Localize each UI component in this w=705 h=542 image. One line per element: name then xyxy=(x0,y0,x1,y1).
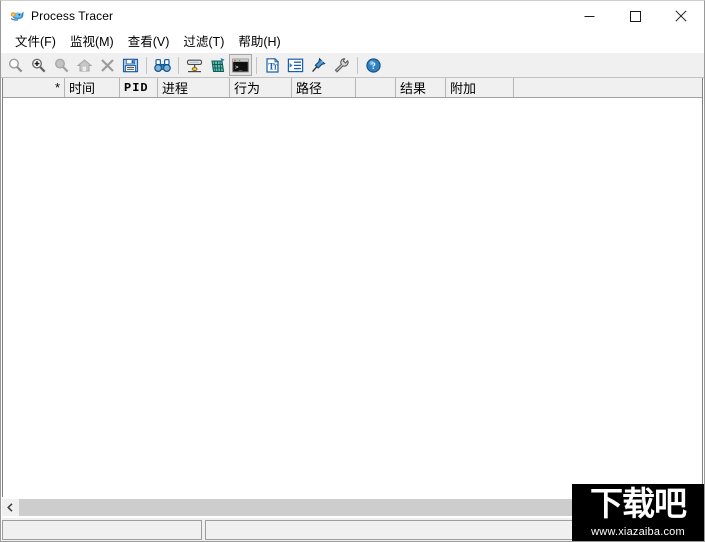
process-list-body[interactable] xyxy=(3,98,702,496)
watermark-glyphs: 下载吧 xyxy=(590,484,687,523)
pin-icon[interactable] xyxy=(307,54,330,76)
process-list-view[interactable]: * 时间 PID 进程 行为 路径 结果 附加 xyxy=(2,78,703,497)
close-button[interactable] xyxy=(658,1,704,31)
column-header-result[interactable]: 结果 xyxy=(396,78,446,97)
menu-help[interactable]: 帮助(H) xyxy=(231,32,287,52)
highlight-icon[interactable] xyxy=(206,54,229,76)
svg-text:>_: >_ xyxy=(235,63,243,70)
column-header-action[interactable]: 行为 xyxy=(230,78,292,97)
save-icon[interactable] xyxy=(119,54,142,76)
status-panel-left xyxy=(2,520,202,540)
filter-icon[interactable] xyxy=(183,54,206,76)
column-header-mark[interactable]: * xyxy=(3,78,65,97)
maximize-button[interactable] xyxy=(612,1,658,31)
menu-view[interactable]: 查看(V) xyxy=(121,32,177,52)
app-fish-icon xyxy=(8,8,24,24)
zoom-in-icon[interactable] xyxy=(27,54,50,76)
title-bar: Process Tracer xyxy=(1,1,704,31)
options-icon[interactable] xyxy=(330,54,353,76)
column-header-pid[interactable]: PID xyxy=(120,78,158,97)
menu-file[interactable]: 文件(F) xyxy=(8,32,63,52)
toolbar-separator xyxy=(357,56,358,74)
watermark-url: www.xiazaiba.com xyxy=(591,526,685,538)
column-header-spacer[interactable] xyxy=(356,78,396,97)
text-format-icon[interactable]: T T xyxy=(261,54,284,76)
scroll-left-arrow-icon[interactable] xyxy=(2,499,19,516)
svg-text:T: T xyxy=(273,63,278,71)
column-header-process[interactable]: 进程 xyxy=(158,78,230,97)
console-icon[interactable]: >_ xyxy=(229,54,252,76)
menu-filter[interactable]: 过滤(T) xyxy=(176,32,231,52)
about-icon[interactable]: ? xyxy=(362,54,385,76)
column-header-path[interactable]: 路径 xyxy=(292,78,356,97)
column-header-extra[interactable]: 附加 xyxy=(446,78,514,97)
column-header-time[interactable]: 时间 xyxy=(65,78,120,97)
toolbar-separator xyxy=(256,56,257,74)
window-controls xyxy=(566,1,704,31)
app-window: Process Tracer 文件(F) 监视(M) 查看(V) 过滤(T) 帮… xyxy=(0,0,705,542)
column-header-filler xyxy=(514,78,702,97)
menu-bar: 文件(F) 监视(M) 查看(V) 过滤(T) 帮助(H) xyxy=(1,31,704,53)
toolbar-separator xyxy=(178,56,179,74)
find-icon[interactable] xyxy=(151,54,174,76)
clear-icon[interactable] xyxy=(96,54,119,76)
svg-text:?: ? xyxy=(371,62,376,72)
toolbar-separator xyxy=(146,56,147,74)
column-header-row: * 时间 PID 进程 行为 路径 结果 附加 xyxy=(3,78,702,98)
home-icon[interactable] xyxy=(73,54,96,76)
indent-icon[interactable] xyxy=(284,54,307,76)
toolbar: >_ T T ? xyxy=(1,53,704,78)
window-title: Process Tracer xyxy=(31,9,114,23)
menu-monitor[interactable]: 监视(M) xyxy=(63,32,121,52)
zoom-out-icon[interactable] xyxy=(50,54,73,76)
watermark-logo: 下载吧 www.xiazaiba.com xyxy=(572,484,704,541)
zoom-search-icon[interactable] xyxy=(4,54,27,76)
minimize-button[interactable] xyxy=(566,1,612,31)
